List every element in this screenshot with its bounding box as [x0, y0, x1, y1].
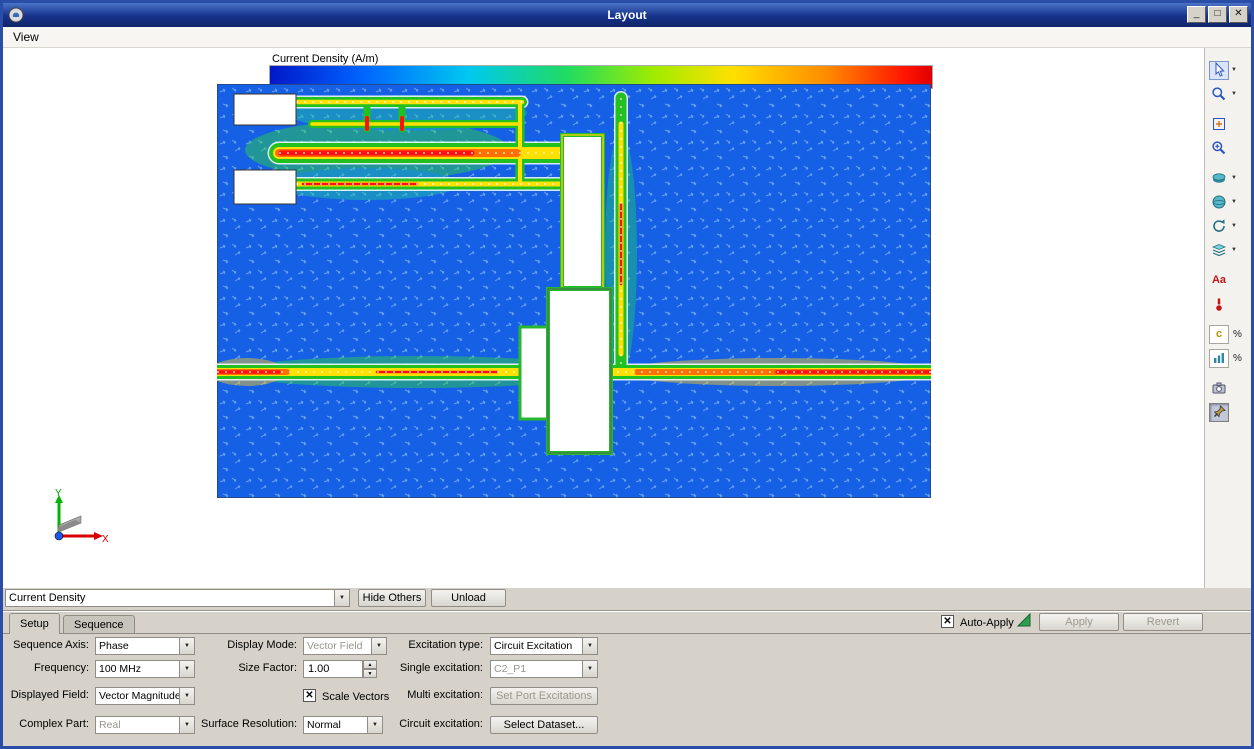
title-bar: Layout _ □ ✕: [3, 3, 1251, 27]
check-icon: ✕: [305, 690, 313, 701]
hide-others-button[interactable]: Hide Others: [358, 589, 426, 607]
right-toolbar: ▼ ▼ ▼ ▼: [1205, 48, 1251, 588]
chevron-down-icon: ▼: [334, 590, 349, 606]
size-factor-input[interactable]: 1.00: [303, 660, 363, 678]
chevron-down-icon[interactable]: ▼: [1231, 223, 1237, 229]
chevron-down-icon[interactable]: ▼: [1231, 67, 1237, 73]
displayed-field-select[interactable]: Vector Magnitude ▼: [95, 687, 195, 705]
zoom-in-tool[interactable]: [1209, 139, 1229, 158]
app-icon[interactable]: [8, 7, 24, 23]
zoom-tool[interactable]: [1209, 85, 1229, 104]
chevron-down-icon[interactable]: ▼: [1231, 175, 1237, 181]
chevron-down-icon[interactable]: ▼: [1231, 91, 1237, 97]
size-factor-value: 1.00: [308, 663, 329, 675]
tab-baseline: [3, 633, 1251, 634]
layers-view-tool[interactable]: [1209, 241, 1229, 260]
fit-view-tool[interactable]: [1209, 115, 1229, 134]
single-excitation-value: C2_P1: [491, 661, 582, 677]
chevron-down-icon: ▼: [179, 688, 194, 704]
dataset-select-value: Current Density: [6, 590, 334, 606]
tab-setup[interactable]: Setup: [9, 613, 60, 634]
rotate-view-tool[interactable]: [1209, 217, 1229, 236]
frequency-label: Frequency:: [5, 662, 89, 674]
pointer-tool[interactable]: [1209, 61, 1229, 80]
set-port-excitations-button[interactable]: Set Port Excitations: [490, 687, 598, 705]
separator: [3, 610, 1251, 612]
circuit-excitation-label: Circuit excitation:: [355, 718, 483, 730]
unload-button[interactable]: Unload: [431, 589, 506, 607]
layout-canvas[interactable]: Current Density (A/m) 1.75e-015 85: [3, 48, 1205, 588]
complex-part-label: Complex Part:: [5, 718, 89, 730]
pin-probe-tool[interactable]: [1209, 403, 1229, 422]
magnitude-plot-tool[interactable]: [1209, 349, 1229, 368]
colorbar-title: Current Density (A/m): [272, 53, 378, 65]
size-factor-label: Size Factor:: [163, 662, 297, 674]
complex-part-tool[interactable]: c: [1209, 325, 1229, 344]
em-status-icon: [1016, 612, 1032, 628]
tab-sequence[interactable]: Sequence: [63, 615, 135, 634]
sequence-axis-label: Sequence Axis:: [5, 639, 89, 651]
chevron-down-icon: ▼: [582, 661, 597, 677]
excitation-type-label: Excitation type:: [355, 639, 483, 651]
axis-orientation-indicator: Y X: [45, 486, 111, 546]
minimize-button[interactable]: _: [1187, 6, 1206, 23]
displayed-dataset-select[interactable]: Current Density ▼: [5, 589, 350, 607]
maximize-button[interactable]: □: [1208, 6, 1227, 23]
revert-button[interactable]: Revert: [1123, 613, 1203, 631]
scale-vectors-checkbox[interactable]: ✕: [303, 689, 316, 702]
auto-apply-label[interactable]: Auto-Apply: [960, 617, 1014, 629]
select-dataset-button[interactable]: Select Dataset...: [490, 716, 598, 734]
percent-icon[interactable]: %: [1233, 353, 1242, 364]
window-title: Layout: [3, 8, 1251, 22]
single-excitation-select[interactable]: C2_P1 ▼: [490, 660, 598, 678]
shaded-view-tool[interactable]: [1209, 193, 1229, 212]
chevron-down-icon[interactable]: ▼: [1231, 247, 1237, 253]
chevron-down-icon: ▼: [582, 638, 597, 654]
app-window: Layout _ □ ✕ View Current Density (A/m) …: [0, 0, 1254, 749]
single-excitation-label: Single excitation:: [355, 662, 483, 674]
probe-marker-tool[interactable]: [1209, 295, 1229, 314]
apply-button[interactable]: Apply: [1039, 613, 1119, 631]
close-button[interactable]: ✕: [1229, 6, 1248, 23]
check-icon: ✕: [943, 616, 951, 627]
surface-view-tool[interactable]: [1209, 169, 1229, 188]
display-mode-label: Display Mode:: [163, 639, 297, 651]
x-axis-label: X: [102, 534, 109, 545]
field-plot[interactable]: [217, 84, 931, 498]
menu-bar: View: [3, 27, 1251, 48]
snapshot-tool[interactable]: [1209, 379, 1229, 398]
displayed-field-label: Displayed Field:: [5, 689, 89, 701]
displayed-field-value: Vector Magnitude: [96, 688, 179, 704]
menu-view[interactable]: View: [3, 28, 49, 46]
auto-apply-checkbox[interactable]: ✕: [941, 615, 954, 628]
multi-excitation-label: Multi excitation:: [355, 689, 483, 701]
excitation-type-select[interactable]: Circuit Excitation ▼: [490, 637, 598, 655]
chevron-down-icon[interactable]: ▼: [1231, 199, 1237, 205]
surface-resolution-label: Surface Resolution:: [163, 718, 297, 730]
text-annotation-tool[interactable]: Aa: [1209, 271, 1229, 290]
excitation-type-value: Circuit Excitation: [491, 638, 582, 654]
percent-icon[interactable]: %: [1233, 329, 1242, 340]
